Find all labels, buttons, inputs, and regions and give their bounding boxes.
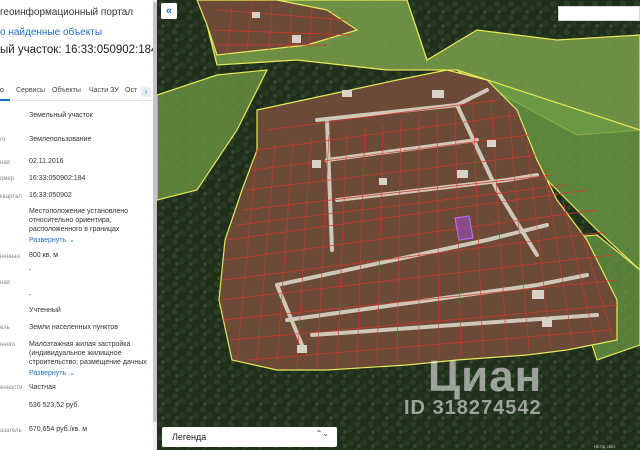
satellite-map xyxy=(157,0,640,450)
row-value-area: 800 кв. м xyxy=(29,252,59,259)
select-arrows-icon: ⌃⌄ xyxy=(315,429,329,438)
row-label-area: ненная xyxy=(0,254,20,260)
row-value-cadastral-quarter: 16:33:050902 xyxy=(29,192,72,199)
row-value-status: Учтенный xyxy=(29,307,61,314)
map-search-input[interactable] xyxy=(558,6,640,21)
active-tab-indicator xyxy=(0,99,10,101)
info-panel: геоинформационный портал о найденные объ… xyxy=(0,0,157,450)
row-value-permitted-use: Малоэтажная жилая застройка (индивидуаль… xyxy=(29,341,147,366)
tab-objects[interactable]: Объекты xyxy=(52,87,81,94)
row-value-cadastral-number: 16:33:050902:184 xyxy=(29,175,86,182)
row-value-actual-area: - xyxy=(29,267,32,274)
tab-services[interactable]: Сервисы xyxy=(16,87,45,94)
legend-label: Легенда xyxy=(172,432,207,442)
tabs-next-icon[interactable]: › xyxy=(141,87,151,97)
expand-permitted-use-link[interactable]: Развернуть ⌄ xyxy=(29,369,75,377)
map-attribution: НСПД 2023 xyxy=(594,444,616,449)
row-value-address: Местоположение установлено относительно … xyxy=(29,208,129,233)
map-view[interactable] xyxy=(157,0,640,450)
legend-select[interactable]: Легенда ⌃⌄ xyxy=(162,427,337,447)
row-label-ownership: енности xyxy=(0,385,23,391)
row-value-type: Земельный участок xyxy=(29,112,93,119)
chevron-down-icon: ⌄ xyxy=(69,237,75,244)
expand-address-link[interactable]: Развернуть ⌄ xyxy=(29,236,75,244)
row-label-date: ная xyxy=(0,160,10,166)
row-value-kind: Землепользование xyxy=(29,136,92,143)
row-label-actual-area: ная xyxy=(0,280,10,286)
row-label-unit-value: азатель xyxy=(0,428,22,434)
tab-parcel-parts[interactable]: Части ЗУ xyxy=(89,87,119,94)
row-label-permitted-use: нного xyxy=(0,342,16,348)
row-value-ownership: Частная xyxy=(29,384,56,391)
row-label-category: ель xyxy=(0,325,10,331)
row-value-category: Земли населенных пунктов xyxy=(29,324,119,331)
watermark-logo: Циан xyxy=(428,352,543,401)
tab-bar: о Сервисы Объекты Части ЗУ Ост xyxy=(0,84,157,101)
row-label-cadastral-number: омер xyxy=(0,176,15,182)
tab-other[interactable]: Ост xyxy=(125,87,137,94)
parcel-title: ый участок: 16:33:050902:184 xyxy=(0,44,157,56)
chevron-down-icon: ⌄ xyxy=(69,370,75,377)
row-value-unit-value: 670,654 руб./кв. м xyxy=(29,426,88,433)
row-value-date: 02.11.2016 xyxy=(29,158,64,165)
portal-title: геоинформационный портал xyxy=(0,7,134,18)
collapse-panel-icon[interactable]: « xyxy=(161,3,177,19)
row-value-cadastral-value: 536 523,52 руб. xyxy=(29,402,80,409)
tab-info[interactable]: о xyxy=(0,87,4,94)
row-label-kind: го xyxy=(0,137,6,143)
back-to-results-link[interactable]: о найденные объекты xyxy=(0,27,102,38)
row-value-extra: - xyxy=(29,292,32,299)
row-label-cadastral-quarter: квартал xyxy=(0,194,22,200)
watermark-id: ID 318274542 xyxy=(404,397,542,419)
